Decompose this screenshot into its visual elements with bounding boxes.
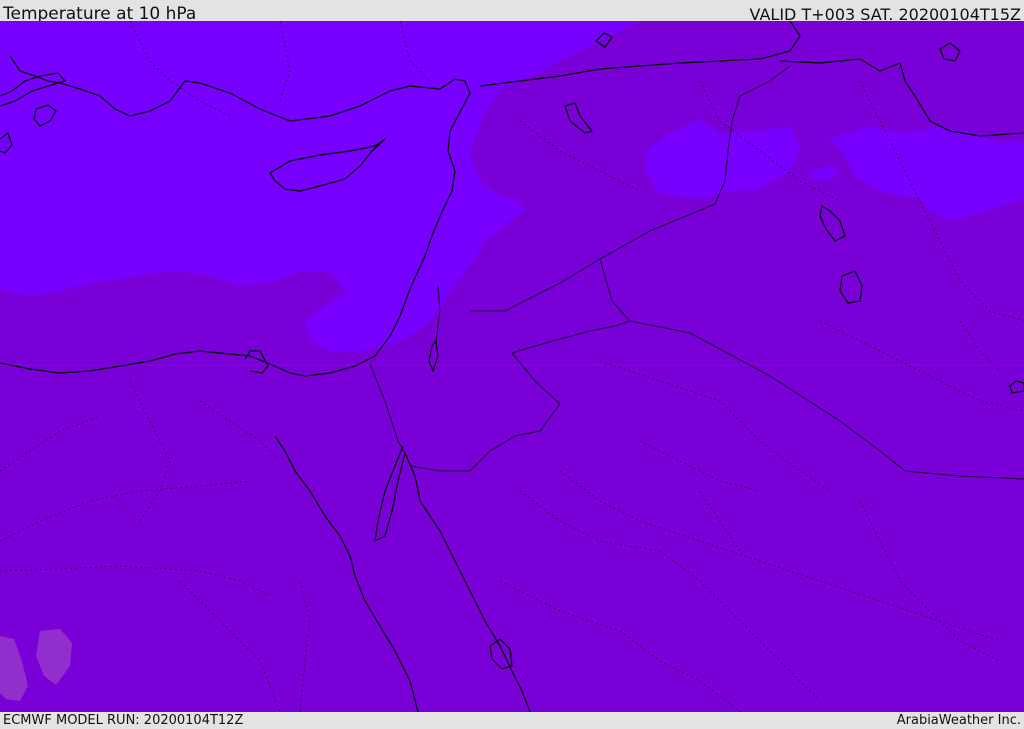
header-bar: Temperature at 10 hPa VALID T+003 SAT. 2… (0, 0, 1024, 24)
credit-label: ArabiaWeather Inc. (896, 713, 1021, 728)
map-canvas[interactable] (0, 21, 1024, 712)
model-run-label: ECMWF MODEL RUN: 20200104T12Z (3, 713, 244, 728)
map-svg (0, 21, 1024, 712)
footer-bar: ECMWF MODEL RUN: 20200104T12Z ArabiaWeat… (0, 712, 1024, 729)
